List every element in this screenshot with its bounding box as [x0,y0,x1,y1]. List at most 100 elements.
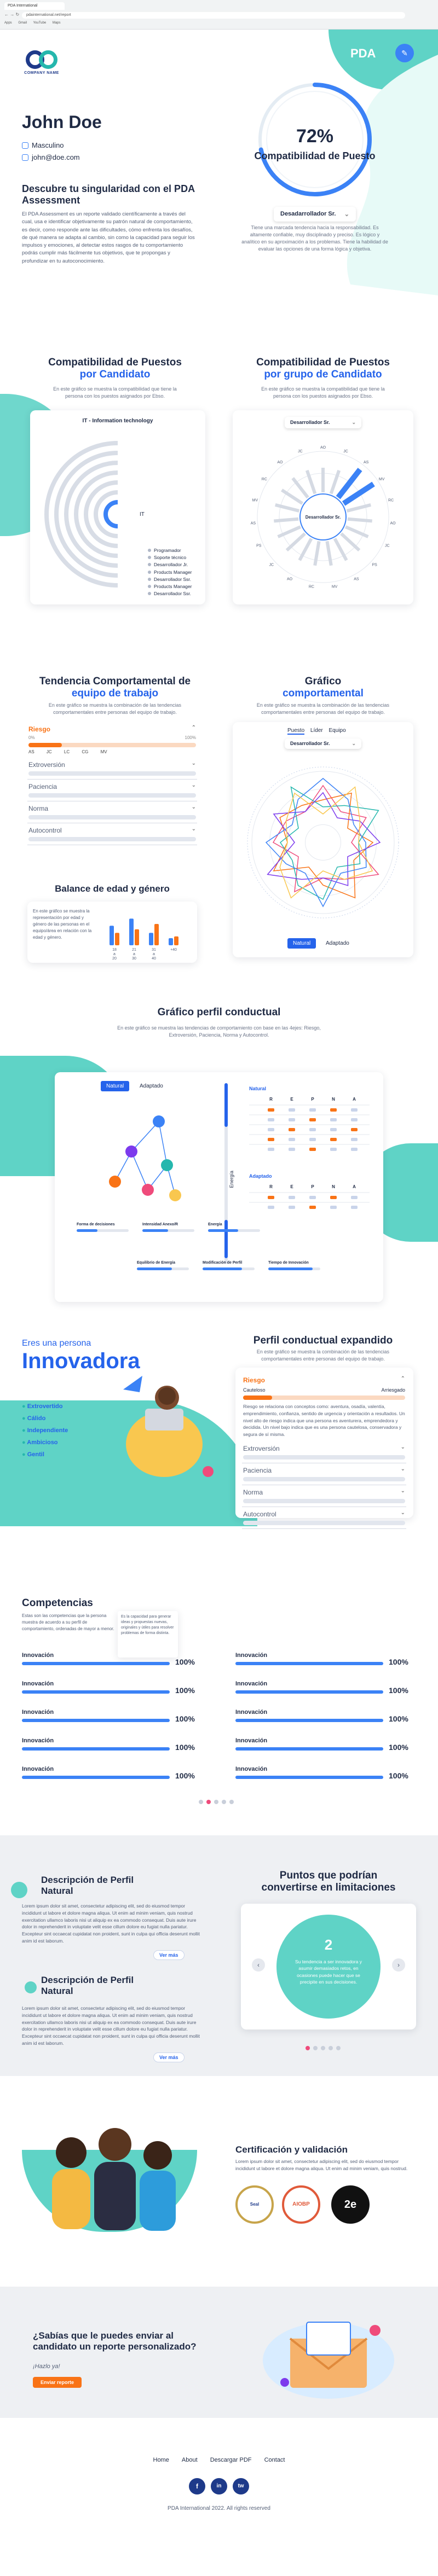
behavior-chart-card: Puesto Líder Equipo Desarrollador Sr. ⌄ N… [233,722,413,957]
expanded-risk-row[interactable]: Riesgo ⌃ Cauteloso Arriesgado Riesgo se re… [242,1373,406,1441]
pager-dot[interactable] [214,1800,218,1804]
linkedin-icon[interactable]: in [211,2478,227,2494]
table-header: P [311,1097,314,1102]
age-balance-card: En este gráfico se muestra la representa… [27,902,197,963]
pager-dot[interactable] [336,2046,341,2050]
pager-dot[interactable] [206,1800,211,1804]
patience-row[interactable]: Paciencia ⌄ [27,780,197,801]
behavior-role-select[interactable]: Desarrollador Sr. ⌄ [285,739,361,749]
conduct-meter-label: Equilibrio de Energía [137,1261,176,1265]
pager-dot[interactable] [321,2046,325,2050]
tab-lider[interactable]: Líder [310,728,323,734]
bookmarks-bar: Apps Gmail YouTube Maps [4,21,66,25]
profile-blob [11,1882,27,1898]
cta-title: ¿Sabías que le puedes enviar al candidat… [33,2330,197,2352]
company-logo[interactable]: COMPANY NAME [20,48,64,75]
extroversion-row[interactable]: Extroversión ⌄ [27,758,197,780]
expanded-extroversion-row[interactable]: Extroversión ⌄ [242,1441,406,1463]
role-select[interactable]: Desadarrollador Sr. ⌄ [274,207,356,222]
team-tendency-caption: En este gráfico se muestra la combinació… [48,702,182,716]
age-tick-label: 31 [152,948,156,952]
radial-bar-chart: IT [44,441,145,588]
expanded-patience-row[interactable]: Paciencia ⌄ [242,1463,406,1485]
prev-arrow-icon[interactable]: ‹ [252,1958,265,1972]
limitation-text: Su tendencia a ser innovadora y asumir d… [295,1959,362,1985]
radial-label: AS [251,522,256,526]
competency-bar [22,1662,170,1665]
chevron-down-icon: ⌄ [400,1466,405,1472]
by-group-caption: En este gráfico se muestra la compatibil… [261,386,385,399]
bookmark-item[interactable]: Maps [53,21,61,25]
natural-toggle[interactable]: Natural [287,938,316,949]
footer-link-download[interactable]: Descargar PDF [210,2457,252,2463]
graph-node [109,1176,121,1188]
table-cell-mark [268,1138,274,1141]
age-tick-label: 21 [132,948,136,952]
footer-link-contact[interactable]: Contact [264,2457,285,2463]
bookmark-item[interactable]: Apps [4,21,12,25]
see-more-button-2[interactable]: Ver más [153,2052,185,2062]
see-more-button-1[interactable]: Ver más [153,1950,185,1960]
pager-dot[interactable] [222,1800,226,1804]
nav-arrows-icon[interactable]: ← → ↻ [4,12,19,17]
innovator-illustration [123,1376,214,1477]
competency-pager [197,1797,235,1807]
table-cell-mark [309,1128,316,1131]
table-cell-mark [330,1128,337,1131]
send-report-button[interactable]: Enviar reporte [33,2377,82,2388]
table-cell-mark [330,1196,337,1199]
competency-label: Innovación [22,1737,54,1744]
facebook-icon[interactable]: f [189,2478,205,2494]
tab-equipo[interactable]: Equipo [329,728,346,734]
tab-puesto[interactable]: Puesto [287,728,305,735]
pager-dot[interactable] [328,2046,333,2050]
email-line: john@doe.com [22,153,80,161]
conduct-bottom-meters: Forma de decisiones Intensidad Anexo/R Ene… [77,1212,372,1294]
compatibility-percent: 72% [296,126,334,147]
graph-node [142,1184,154,1196]
chat-icon[interactable]: ✎ [395,44,414,62]
age-tick-label: 30 [132,957,136,961]
radial-label: AO [320,446,326,450]
pager-dot[interactable] [199,1800,203,1804]
trait-item: ● Cálido [22,1415,46,1422]
conduct-natural-tab[interactable]: Natural [101,1081,130,1091]
radial-label: JC [269,563,274,567]
certification-title: Certificación y validación [235,2144,348,2155]
table-cell-mark [309,1206,316,1209]
pager-dot[interactable] [229,1800,234,1804]
pda-brand-logo[interactable]: PDA [350,46,376,61]
user-icon [22,142,28,149]
candidate-legend: Programador Soporte técnico Desarrollado… [148,547,192,597]
chevron-down-icon: ⌄ [400,1444,405,1450]
expanded-profile-card: Riesgo ⌃ Cauteloso Arriesgado Riesgo se re… [235,1368,413,1529]
pager-dot[interactable] [306,2046,310,2050]
pager-dot[interactable] [313,2046,318,2050]
expanded-self-control-row[interactable]: Autocontrol ⌄ [242,1507,406,1529]
chevron-down-icon: ⌄ [344,211,349,218]
2e-badge: 2e [331,2185,370,2224]
footer-link-home[interactable]: Home [153,2457,169,2463]
group-role-select[interactable]: Desarrollador Sr. ⌄ [285,417,361,428]
footer-link-about[interactable]: About [182,2457,198,2463]
twitter-icon[interactable]: tw [233,2478,249,2494]
competency-bar [235,1747,383,1751]
self-control-row[interactable]: Autocontrol ⌄ [27,823,197,845]
table-cell-mark [309,1108,316,1112]
trait-list: ● Extrovertido ● Cálido ● Independiente … [22,1400,68,1461]
competency-label: Innovación [235,1680,268,1687]
conduct-adapted-tab[interactable]: Adaptado [134,1081,169,1091]
competency-label: Innovación [235,1709,268,1716]
norm-row[interactable]: Norma ⌄ [27,801,197,823]
chevron-down-icon: ⌄ [400,1487,405,1494]
email-value[interactable]: john@doe.com [32,153,80,161]
bookmark-item[interactable]: YouTube [33,21,47,25]
competency-label: Innovación [22,1709,54,1716]
adapted-toggle[interactable]: Adaptado [320,938,355,949]
expanded-norm-row[interactable]: Norma ⌄ [242,1485,406,1507]
browser-tab[interactable]: PDA International [4,2,65,10]
address-bar[interactable]: pdainternational.net/report [22,12,405,19]
next-arrow-icon[interactable]: › [392,1958,405,1972]
bookmark-item[interactable]: Gmail [18,21,27,25]
risk-row[interactable]: Riesgo ⌃ 0% 100% AS JC LC CG MV [27,722,197,758]
